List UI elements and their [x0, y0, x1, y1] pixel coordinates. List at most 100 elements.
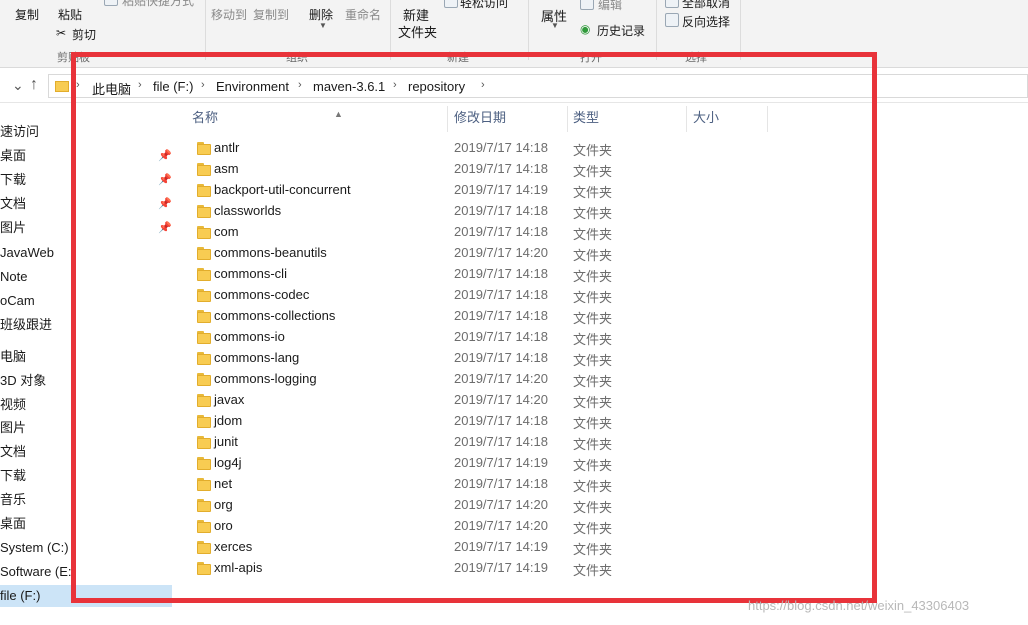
- table-row[interactable]: classworlds 2019/7/17 14:18 文件夹: [190, 201, 790, 222]
- folder-icon: [197, 288, 211, 302]
- select-none-button[interactable]: 全部取消: [682, 0, 730, 11]
- properties-dropdown-icon[interactable]: ▼: [551, 21, 559, 30]
- table-row[interactable]: commons-io 2019/7/17 14:18 文件夹: [190, 327, 790, 348]
- table-row[interactable]: xerces 2019/7/17 14:19 文件夹: [190, 537, 790, 558]
- table-row[interactable]: commons-logging 2019/7/17 14:20 文件夹: [190, 369, 790, 390]
- sidebar-item-note[interactable]: Note: [0, 266, 172, 288]
- paste-shortcut-button[interactable]: 粘贴快捷方式: [122, 0, 194, 9]
- file-date: 2019/7/17 14:19: [454, 539, 548, 554]
- folder-icon: [197, 141, 211, 155]
- sidebar-item-quick-access[interactable]: 速访问: [0, 121, 172, 143]
- file-name: commons-codec: [214, 287, 310, 302]
- sidebar-item-desktop[interactable]: 桌面 📌: [0, 145, 172, 167]
- copy-to-button[interactable]: 复制到: [253, 6, 289, 23]
- chevron-right-icon[interactable]: ›: [201, 79, 205, 91]
- sidebar-item-class-followup[interactable]: 班级跟进: [0, 314, 172, 336]
- chevron-right-icon[interactable]: ›: [138, 79, 142, 91]
- file-type: 文件夹: [573, 248, 613, 263]
- breadcrumb-maven[interactable]: maven-3.6.1: [313, 79, 385, 94]
- address-bar[interactable]: › 此电脑 › file (F:) › Environment › maven-…: [48, 74, 1028, 98]
- column-header-name[interactable]: 名称 ▲: [192, 109, 343, 134]
- sidebar-item-desktop-pc[interactable]: 桌面: [0, 513, 172, 535]
- history-button[interactable]: 历史记录: [597, 22, 645, 39]
- breadcrumb-drive[interactable]: file (F:): [153, 79, 193, 94]
- table-row[interactable]: commons-codec 2019/7/17 14:18 文件夹: [190, 285, 790, 306]
- sidebar-item-javaweb[interactable]: JavaWeb: [0, 242, 172, 264]
- sidebar-item-music[interactable]: 音乐: [0, 489, 172, 511]
- delete-dropdown-icon[interactable]: ▼: [319, 21, 327, 30]
- folder-icon: [197, 162, 211, 176]
- chevron-right-icon[interactable]: ›: [481, 79, 485, 91]
- column-divider[interactable]: [567, 106, 568, 132]
- table-row[interactable]: commons-beanutils 2019/7/17 14:20 文件夹: [190, 243, 790, 264]
- table-row[interactable]: com 2019/7/17 14:18 文件夹: [190, 222, 790, 243]
- table-row[interactable]: xml-apis 2019/7/17 14:19 文件夹: [190, 558, 790, 579]
- recent-locations-icon[interactable]: ⌄: [12, 77, 24, 94]
- breadcrumb-environment[interactable]: Environment: [216, 79, 289, 94]
- sidebar-item-downloads[interactable]: 下载 📌: [0, 169, 172, 191]
- file-type: 文件夹: [573, 479, 613, 494]
- edit-button[interactable]: 编辑: [598, 0, 622, 13]
- sidebar-item-videos[interactable]: 视频: [0, 394, 172, 416]
- table-row[interactable]: antlr 2019/7/17 14:18 文件夹: [190, 138, 790, 159]
- file-name: commons-logging: [214, 371, 317, 386]
- table-row[interactable]: oro 2019/7/17 14:20 文件夹: [190, 516, 790, 537]
- breadcrumb-repository[interactable]: repository: [408, 79, 465, 94]
- file-type: 文件夹: [573, 311, 613, 326]
- table-row[interactable]: log4j 2019/7/17 14:19 文件夹: [190, 453, 790, 474]
- column-divider[interactable]: [447, 106, 448, 132]
- sidebar-item-documents[interactable]: 文档 📌: [0, 193, 172, 215]
- column-divider[interactable]: [767, 106, 768, 132]
- copy-button[interactable]: 复制: [15, 6, 39, 23]
- cut-icon: ✂: [56, 26, 67, 40]
- table-row[interactable]: javax 2019/7/17 14:20 文件夹: [190, 390, 790, 411]
- table-row[interactable]: net 2019/7/17 14:18 文件夹: [190, 474, 790, 495]
- folder-icon: [197, 330, 211, 344]
- sidebar-item-3d-objects[interactable]: 3D 对象: [0, 370, 172, 392]
- chevron-right-icon[interactable]: ›: [298, 79, 302, 91]
- move-to-button[interactable]: 移动到: [211, 6, 247, 23]
- sidebar-item-pictures-pc[interactable]: 图片: [0, 417, 172, 439]
- sidebar-item-drive-e[interactable]: Software (E:): [0, 561, 172, 583]
- table-row[interactable]: commons-lang 2019/7/17 14:18 文件夹: [190, 348, 790, 369]
- column-header-size[interactable]: 大小: [693, 110, 719, 134]
- sidebar-item-drive-c[interactable]: System (C:): [0, 537, 172, 559]
- table-row[interactable]: commons-collections 2019/7/17 14:18 文件夹: [190, 306, 790, 327]
- new-folder-button-line2[interactable]: 文件夹: [398, 22, 437, 41]
- sidebar-item-label: oCam: [0, 293, 35, 308]
- folder-icon: [197, 246, 211, 260]
- folder-icon: [197, 414, 211, 428]
- table-row[interactable]: backport-util-concurrent 2019/7/17 14:19 文…: [190, 180, 790, 201]
- table-row[interactable]: commons-cli 2019/7/17 14:18 文件夹: [190, 264, 790, 285]
- folder-icon: [197, 372, 211, 386]
- sidebar-item-downloads-pc[interactable]: 下载: [0, 465, 172, 487]
- sidebar-item-ocam[interactable]: oCam: [0, 290, 172, 312]
- column-header-date[interactable]: 修改日期: [454, 110, 506, 134]
- sidebar-item-documents-pc[interactable]: 文档: [0, 441, 172, 463]
- table-row[interactable]: asm 2019/7/17 14:18 文件夹: [190, 159, 790, 180]
- paste-button[interactable]: 粘贴: [58, 6, 82, 23]
- table-row[interactable]: org 2019/7/17 14:20 文件夹: [190, 495, 790, 516]
- chevron-right-icon[interactable]: ›: [393, 79, 397, 91]
- easy-access-button[interactable]: 轻松访问: [460, 0, 508, 11]
- table-row[interactable]: jdom 2019/7/17 14:18 文件夹: [190, 411, 790, 432]
- file-name: commons-io: [214, 329, 285, 344]
- chevron-right-icon[interactable]: ›: [76, 79, 80, 91]
- column-header-type[interactable]: 类型: [573, 110, 599, 134]
- cut-button[interactable]: 剪切: [72, 26, 96, 43]
- table-row[interactable]: junit 2019/7/17 14:18 文件夹: [190, 432, 790, 453]
- column-divider[interactable]: [686, 106, 687, 132]
- rename-button[interactable]: 重命名: [345, 6, 381, 23]
- invert-selection-button[interactable]: 反向选择: [682, 13, 730, 30]
- file-name: commons-cli: [214, 266, 287, 281]
- breadcrumb-this-pc[interactable]: 此电脑: [92, 79, 131, 98]
- sidebar-item-label: file (F:): [0, 588, 41, 603]
- folder-icon: [197, 477, 211, 491]
- sidebar-item-pictures[interactable]: 图片 📌: [0, 217, 172, 239]
- sidebar-item-this-pc[interactable]: 电脑: [0, 346, 172, 368]
- sidebar-item-drive-f[interactable]: file (F:): [0, 585, 172, 607]
- file-name: commons-lang: [214, 350, 300, 365]
- sidebar-item-label: JavaWeb: [0, 245, 54, 260]
- up-arrow-icon[interactable]: ↑: [30, 76, 38, 94]
- sidebar-item-label: 图片: [0, 220, 27, 235]
